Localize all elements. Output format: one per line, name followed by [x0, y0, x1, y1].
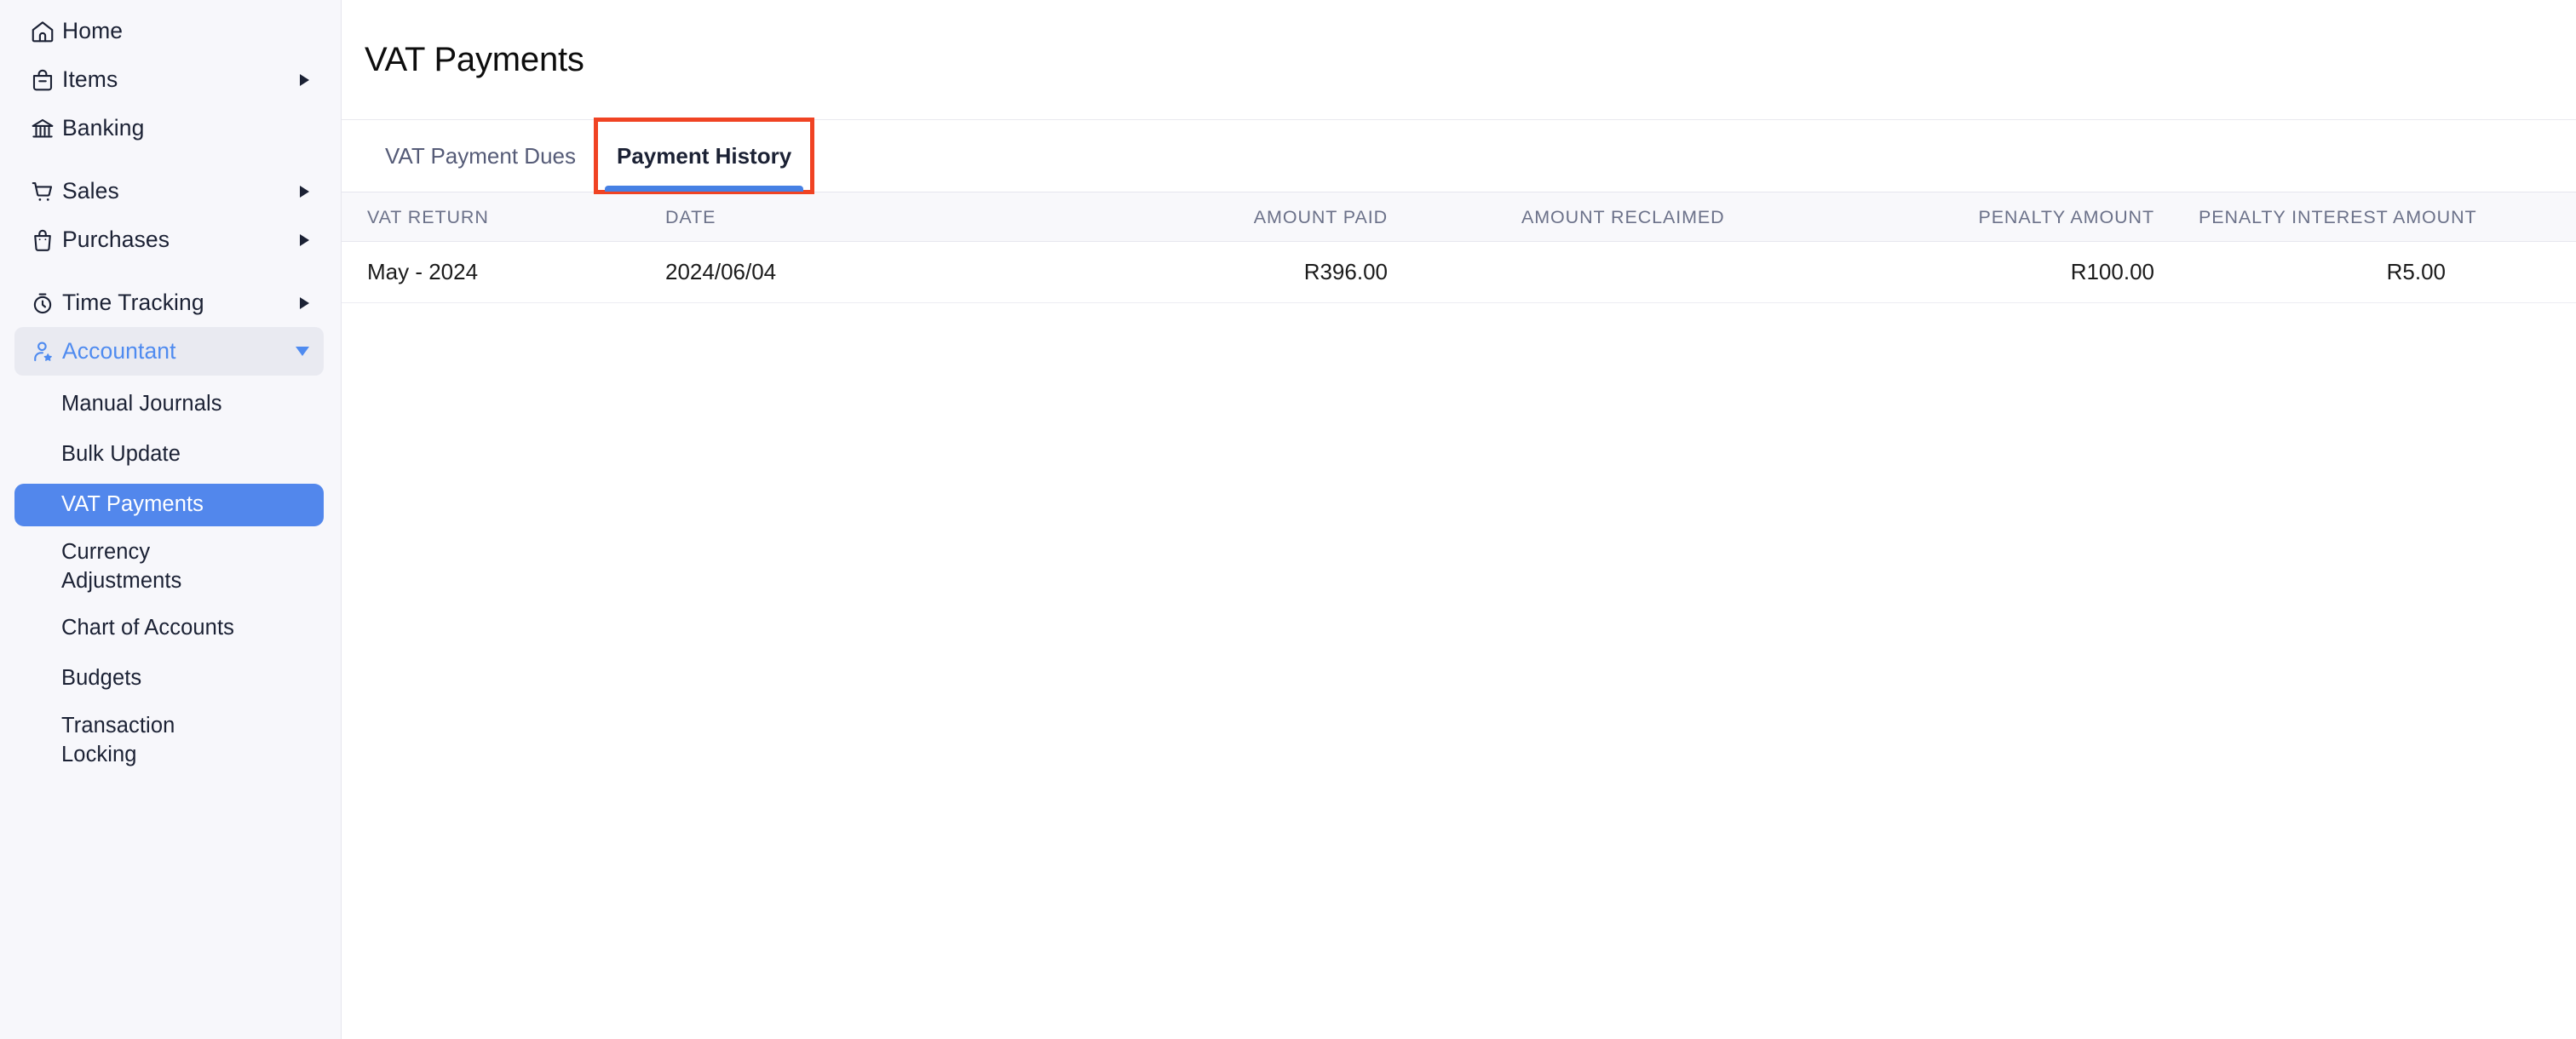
table-body: May - 2024 2024/06/04 R396.00 R100.00 R5…: [342, 242, 2576, 303]
tab-label: Payment History: [617, 143, 791, 169]
chevron-right-icon: [300, 297, 309, 309]
sidebar-item-label: Items: [62, 66, 118, 93]
column-header-vat-return[interactable]: VAT RETURN: [342, 192, 640, 242]
payment-history-table-wrapper: VAT RETURN DATE AMOUNT PAID AMOUNT RECLA…: [342, 192, 2576, 1039]
column-header-date[interactable]: DATE: [640, 192, 1117, 242]
submenu-gap: [0, 426, 341, 433]
sidebar-subitem-bulk-update[interactable]: Bulk Update: [14, 433, 324, 476]
submenu-gap: [0, 650, 341, 657]
stopwatch-icon: [30, 290, 62, 316]
user-star-icon: [30, 339, 62, 365]
sidebar-divider-gap: [0, 152, 341, 167]
shopping-cart-icon: [30, 179, 62, 204]
table-header: VAT RETURN DATE AMOUNT PAID AMOUNT RECLA…: [342, 192, 2576, 242]
sidebar-item-accountant[interactable]: Accountant: [14, 327, 324, 376]
sidebar-item-sales[interactable]: Sales: [14, 167, 324, 215]
submenu-gap: [0, 700, 341, 708]
chevron-right-icon: [300, 186, 309, 198]
sidebar-item-time-tracking[interactable]: Time Tracking: [14, 278, 324, 327]
sidebar-item-label: Sales: [62, 178, 119, 204]
sidebar-item-label: Home: [62, 18, 123, 44]
sidebar-item-home[interactable]: Home: [14, 7, 324, 55]
sidebar-subitem-budgets[interactable]: Budgets: [14, 657, 324, 700]
sidebar-divider-gap-2: [0, 264, 341, 278]
cell-penalty-amount: R100.00: [1892, 242, 2199, 303]
tab-payment-history[interactable]: Payment History: [596, 120, 812, 192]
table-header-row: VAT RETURN DATE AMOUNT PAID AMOUNT RECLA…: [342, 192, 2576, 242]
cell-penalty-interest-amount: R5.00: [2199, 242, 2576, 303]
sidebar: Home Items Banking: [0, 0, 342, 1039]
submenu-gap: [0, 600, 341, 607]
tab-label: VAT Payment Dues: [385, 143, 576, 169]
page-title: VAT Payments: [365, 41, 584, 79]
sidebar-subitem-label: Budgets: [61, 664, 141, 693]
chevron-down-icon: [296, 347, 309, 356]
sidebar-item-banking[interactable]: Banking: [14, 104, 324, 152]
tab-vat-payment-dues[interactable]: VAT Payment Dues: [365, 120, 596, 192]
column-header-amount-reclaimed[interactable]: AMOUNT RECLAIMED: [1483, 192, 1892, 242]
sidebar-subitem-vat-payments[interactable]: VAT Payments: [14, 484, 324, 526]
purchase-bag-icon: [30, 227, 62, 253]
column-header-penalty-amount[interactable]: PENALTY AMOUNT: [1892, 192, 2199, 242]
submenu-gap: [0, 526, 341, 534]
home-icon: [30, 19, 62, 44]
submenu-gap: [0, 376, 341, 383]
sidebar-subitem-currency-adjustments[interactable]: Currency Adjustments: [14, 534, 324, 600]
sidebar-item-label: Time Tracking: [62, 290, 204, 316]
cell-amount-reclaimed: [1483, 242, 1892, 303]
submenu-gap: [0, 476, 341, 484]
main-content: VAT Payments VAT Payment Dues Payment Hi…: [342, 0, 2576, 1039]
chevron-right-icon: [300, 234, 309, 246]
items-bag-icon: [30, 67, 62, 93]
app-root: Home Items Banking: [0, 0, 2576, 1039]
cell-amount-paid: R396.00: [1117, 242, 1483, 303]
sidebar-item-purchases[interactable]: Purchases: [14, 215, 324, 264]
sidebar-item-items[interactable]: Items: [14, 55, 324, 104]
sidebar-subitem-transaction-locking[interactable]: Transaction Locking: [14, 708, 324, 773]
tab-bar: VAT Payment Dues Payment History: [342, 120, 2576, 192]
table-row[interactable]: May - 2024 2024/06/04 R396.00 R100.00 R5…: [342, 242, 2576, 303]
sidebar-subitem-label: VAT Payments: [61, 491, 204, 520]
sidebar-item-label: Accountant: [62, 338, 176, 365]
active-tab-indicator: [605, 186, 803, 192]
sidebar-subitem-label: Manual Journals: [61, 390, 222, 419]
payment-history-table: VAT RETURN DATE AMOUNT PAID AMOUNT RECLA…: [342, 192, 2576, 303]
sidebar-subitem-label: Bulk Update: [61, 440, 181, 469]
sidebar-subitem-label: Chart of Accounts: [61, 614, 234, 643]
column-header-penalty-interest-amount[interactable]: PENALTY INTEREST AMOUNT: [2199, 192, 2576, 242]
sidebar-item-label: Purchases: [62, 227, 170, 253]
bank-icon: [30, 116, 62, 141]
column-header-amount-paid[interactable]: AMOUNT PAID: [1117, 192, 1483, 242]
chevron-right-icon: [300, 74, 309, 86]
sidebar-subitem-chart-of-accounts[interactable]: Chart of Accounts: [14, 607, 324, 650]
page-header: VAT Payments: [342, 0, 2576, 120]
sidebar-item-label: Banking: [62, 115, 144, 141]
sidebar-subitem-manual-journals[interactable]: Manual Journals: [14, 383, 324, 426]
sidebar-subitem-label: Currency Adjustments: [61, 538, 232, 595]
cell-date: 2024/06/04: [640, 242, 1117, 303]
sidebar-subitem-label: Transaction Locking: [61, 712, 232, 769]
cell-vat-return: May - 2024: [342, 242, 640, 303]
